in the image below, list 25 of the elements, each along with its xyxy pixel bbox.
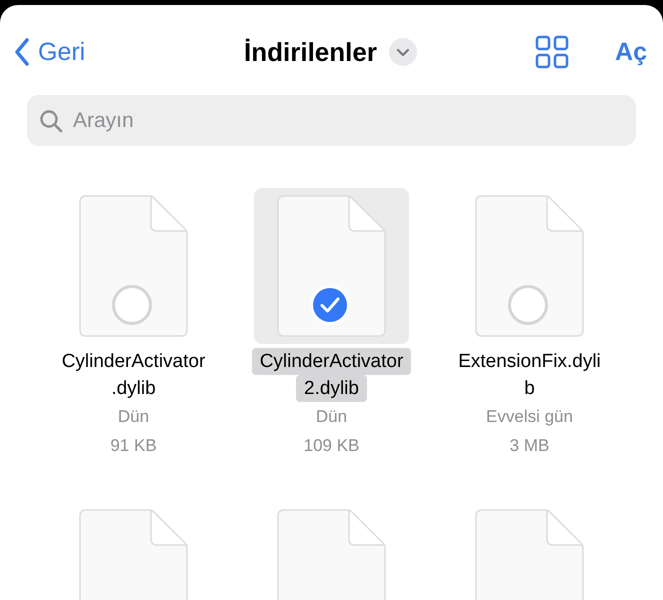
search-field[interactable]: Arayın (27, 95, 636, 146)
file-name: 2.dylib (296, 375, 367, 402)
file-name: ExtensionFix.dyli (457, 350, 602, 374)
open-button[interactable]: Aç (615, 38, 647, 66)
grid-view-icon[interactable] (535, 35, 570, 69)
document-icon (277, 195, 386, 337)
chevron-down-icon[interactable] (388, 38, 417, 66)
selection-highlight[interactable] (254, 188, 409, 344)
search-icon (39, 109, 63, 133)
file-size: 109 KB (304, 435, 360, 457)
file-size: 91 KB (110, 435, 157, 457)
checkmark-icon[interactable] (309, 284, 351, 326)
file-date: Dün (118, 406, 150, 428)
back-button[interactable]: Geri (14, 38, 86, 66)
file-date: Evvelsi gün (486, 406, 573, 428)
file-name: b (523, 377, 536, 401)
file-date: Dün (316, 406, 348, 428)
document-icon (475, 195, 584, 337)
file-name: CylinderActivator (60, 350, 206, 374)
file-name: CylinderActivator (252, 348, 412, 375)
chevron-left-icon (14, 38, 30, 66)
file-name: .dylib (110, 377, 157, 401)
folder-title: İndirilenler (244, 36, 377, 68)
file-size: 3 MB (510, 435, 550, 457)
document-icon (79, 195, 188, 337)
